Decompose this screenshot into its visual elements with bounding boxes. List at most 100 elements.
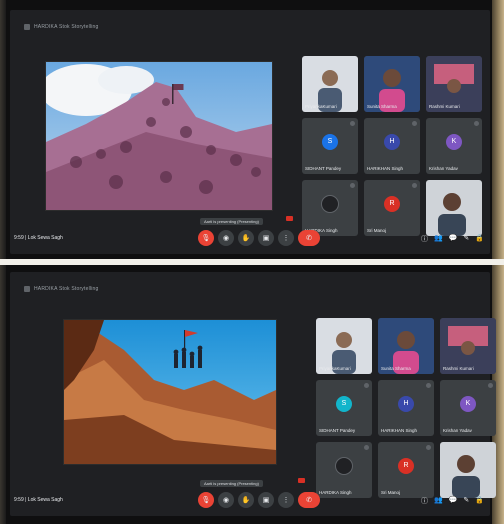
present-icon: ▣ bbox=[262, 235, 270, 242]
meeting-window: HARDIKA Stok Storytelling PriyankaKumari… bbox=[10, 10, 490, 254]
participant-tile[interactable]: S SIDHANT Pandey bbox=[302, 118, 358, 174]
participant-tile[interactable]: S SIDHANT Pandey bbox=[316, 380, 372, 436]
avatar: K bbox=[460, 395, 476, 412]
participant-name: HARIKHAN Singh bbox=[381, 428, 418, 433]
mic-off-icon bbox=[350, 121, 355, 126]
call-controls: 🎙 ◉ ✋ ▣ ⋮ ✆ bbox=[198, 230, 320, 246]
participant-tile[interactable]: PriyankaKumari bbox=[316, 318, 372, 374]
camera-icon: ◉ bbox=[222, 497, 230, 504]
mic-off-icon bbox=[364, 445, 369, 450]
mic-off-icon bbox=[350, 183, 355, 188]
presenting-banner: Aarti is presenting (Presenting) bbox=[200, 218, 263, 225]
title-bar: HARDIKA Stok Storytelling bbox=[24, 20, 98, 34]
participant-grid: PriyankaKumari Sunita Sharma Rashmi Kuma… bbox=[302, 56, 482, 236]
meeting-window: HARDIKA Stok Storytelling PriyankaKumari… bbox=[10, 272, 496, 516]
participant-tile[interactable]: Rashmi Kumari bbox=[426, 56, 482, 112]
mic-button[interactable]: 🎙 bbox=[198, 492, 214, 508]
mic-off-icon bbox=[412, 183, 417, 188]
end-call-button[interactable]: ✆ bbox=[298, 492, 320, 508]
chat-icon[interactable]: 💬 bbox=[449, 496, 458, 506]
window-title: HARDIKA Stok Storytelling bbox=[34, 24, 99, 30]
end-call-icon: ✆ bbox=[306, 497, 312, 504]
avatar: S bbox=[336, 395, 352, 412]
info-icon[interactable]: ⓘ bbox=[421, 234, 428, 244]
mic-off-icon bbox=[426, 445, 431, 450]
mic-button[interactable]: 🎙 bbox=[198, 230, 214, 246]
photo-divider bbox=[0, 259, 504, 265]
participant-grid: PriyankaKumari Sunita Sharma Rashmi Kuma… bbox=[316, 318, 496, 498]
participant-tile[interactable]: H HARIKHAN Singh bbox=[378, 380, 434, 436]
participant-tile[interactable]: K Krishan Yadav bbox=[426, 118, 482, 174]
camera-button[interactable]: ◉ bbox=[218, 492, 234, 508]
camera-icon: ◉ bbox=[222, 235, 230, 242]
recording-indicator bbox=[286, 216, 293, 221]
participant-name: Sunita Sharma bbox=[381, 366, 411, 371]
more-options-button[interactable]: ⋮ bbox=[278, 492, 294, 508]
participant-tile[interactable]: Sunita Sharma bbox=[364, 56, 420, 112]
photo-bottom: HARDIKA Stok Storytelling PriyankaKumari… bbox=[0, 262, 504, 524]
raise-hand-button[interactable]: ✋ bbox=[238, 492, 254, 508]
window-title: HARDIKA Stok Storytelling bbox=[34, 286, 99, 292]
activities-icon[interactable]: ✎ bbox=[463, 234, 469, 244]
participant-name: PriyankaKumari bbox=[319, 366, 351, 371]
side-panel-tools: ⓘ 👥 💬 ✎ 🔒 bbox=[421, 496, 484, 506]
meet-logo bbox=[24, 24, 30, 30]
camera-button[interactable]: ◉ bbox=[218, 230, 234, 246]
participant-tile[interactable]: K Krishan Yadav bbox=[440, 380, 496, 436]
shared-screen bbox=[46, 62, 272, 210]
participant-name: SIDHANT Pandey bbox=[305, 166, 342, 171]
more-icon: ⋮ bbox=[282, 235, 290, 242]
participant-tile[interactable]: Rashmi Kumari bbox=[440, 318, 496, 374]
mic-off-icon: 🎙 bbox=[201, 235, 211, 242]
raise-hand-button[interactable]: ✋ bbox=[238, 230, 254, 246]
mic-off-icon bbox=[412, 121, 417, 126]
side-panel-tools: ⓘ 👥 💬 ✎ 🔒 bbox=[421, 234, 484, 244]
more-icon: ⋮ bbox=[282, 497, 290, 504]
end-call-button[interactable]: ✆ bbox=[298, 230, 320, 246]
mic-off-icon bbox=[364, 383, 369, 388]
avatar: K bbox=[446, 133, 462, 150]
raise-hand-icon: ✋ bbox=[241, 235, 251, 242]
mic-off-icon bbox=[426, 383, 431, 388]
more-options-button[interactable]: ⋮ bbox=[278, 230, 294, 246]
title-bar: HARDIKA Stok Storytelling bbox=[24, 282, 98, 296]
chat-icon[interactable]: 💬 bbox=[449, 234, 458, 244]
present-button[interactable]: ▣ bbox=[258, 230, 274, 246]
presenting-banner: Aarti is presenting (Presenting) bbox=[200, 480, 263, 487]
avatar: S bbox=[322, 133, 338, 150]
avatar: R bbox=[398, 457, 414, 474]
lock-icon[interactable]: 🔒 bbox=[475, 496, 484, 506]
lock-icon[interactable]: 🔒 bbox=[475, 234, 484, 244]
people-icon[interactable]: 👥 bbox=[434, 234, 443, 244]
present-icon: ▣ bbox=[262, 497, 270, 504]
participant-tile[interactable]: Sunita Sharma bbox=[378, 318, 434, 374]
participant-name: Rashmi Kumari bbox=[429, 104, 460, 109]
participant-name: Krishan Yadav bbox=[429, 166, 458, 171]
people-icon[interactable]: 👥 bbox=[434, 496, 443, 506]
shared-screen bbox=[64, 320, 276, 464]
participant-tile[interactable]: H HARIKHAN Singh bbox=[364, 118, 420, 174]
avatar bbox=[321, 194, 339, 213]
monitor-bezel-left bbox=[0, 262, 6, 524]
present-button[interactable]: ▣ bbox=[258, 492, 274, 508]
end-call-icon: ✆ bbox=[306, 235, 312, 242]
control-bar: 9:59 | Lok Sewa Sagh Aarti is presenting… bbox=[10, 218, 490, 254]
avatar: R bbox=[384, 195, 400, 212]
shared-painting-mountain-flag bbox=[64, 320, 276, 464]
recording-indicator bbox=[298, 478, 305, 483]
monitor-bezel-left bbox=[0, 0, 6, 262]
participant-name: SIDHANT Pandey bbox=[319, 428, 356, 433]
participant-tile[interactable]: PriyankaKumari bbox=[302, 56, 358, 112]
meeting-details: 9:59 | Lok Sewa Sagh bbox=[14, 497, 63, 503]
call-controls: 🎙 ◉ ✋ ▣ ⋮ ✆ bbox=[198, 492, 320, 508]
meet-logo bbox=[24, 286, 30, 292]
control-bar: 9:59 | Lok Sewa Sagh Aarti is presenting… bbox=[10, 480, 490, 516]
info-icon[interactable]: ⓘ bbox=[421, 496, 428, 506]
avatar bbox=[335, 456, 353, 475]
avatar: H bbox=[398, 395, 414, 412]
activities-icon[interactable]: ✎ bbox=[463, 496, 469, 506]
participant-name: Sunita Sharma bbox=[367, 104, 397, 109]
participant-name: HARIKHAN Singh bbox=[367, 166, 404, 171]
participant-name: Krishan Yadav bbox=[443, 428, 472, 433]
avatar: H bbox=[384, 133, 400, 150]
